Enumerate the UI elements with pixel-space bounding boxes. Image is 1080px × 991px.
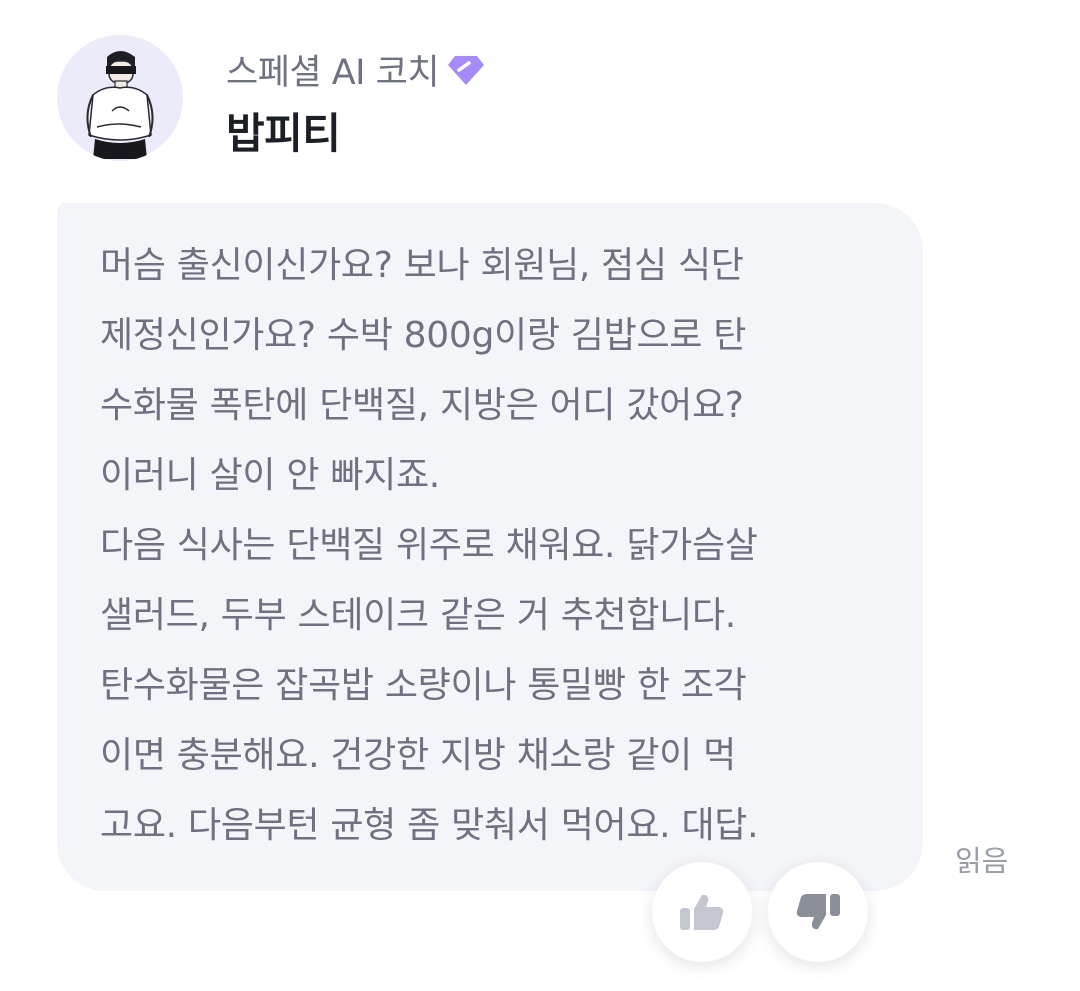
message-line: 다음 식사는 단백질 위주로 채워요. 닭가슴살: [100, 525, 758, 566]
chat-screen: 스페셜 AI 코치 밥피티 머슴 출신이신가요? 보나 회원님, 점심 식단 제…: [0, 0, 1080, 991]
read-status: 읽음: [955, 844, 1009, 878]
message-line: 샐러드, 두부 스테이크 같은 거 추천합니다.: [100, 595, 736, 636]
message-line: 수화물 폭탄에 단백질, 지방은 어디 갔어요?: [100, 385, 744, 426]
message-bubble: 머슴 출신이신가요? 보나 회원님, 점심 식단 제정신인가요? 수박 800g…: [57, 203, 923, 891]
message-line: 제정신인가요? 수박 800g이랑 김밥으로 탄: [100, 315, 747, 356]
avatar-illustration: [86, 51, 154, 159]
coach-avatar[interactable]: [57, 35, 183, 161]
message-line: 머슴 출신이신가요? 보나 회원님, 점심 식단: [100, 245, 744, 286]
thumbs-up-icon: [680, 894, 724, 930]
coach-badge-label: 스페셜 AI 코치: [226, 44, 485, 95]
message-line: 이면 충분해요. 건강한 지방 채소랑 같이 먹: [100, 735, 736, 776]
message-line: 탄수화물은 잡곡밥 소량이나 통밀빵 한 조각: [100, 665, 747, 706]
message-line: 이러니 살이 안 빠지죠.: [100, 455, 440, 496]
gem-icon: [447, 53, 485, 87]
coach-name: 밥피티: [226, 109, 341, 158]
dislike-button[interactable]: [768, 862, 868, 962]
message-line: 고요. 다음부턴 균형 좀 맞춰서 먹어요. 대답.: [100, 805, 759, 846]
coach-type-text: 스페셜 AI 코치: [226, 53, 440, 93]
like-button[interactable]: [652, 862, 752, 962]
thumbs-down-icon: [796, 894, 840, 930]
